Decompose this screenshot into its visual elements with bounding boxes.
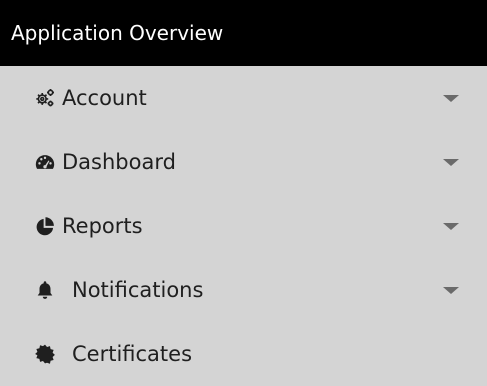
panel-title: Application Overview [11, 21, 224, 45]
chevron-down-icon[interactable] [443, 223, 459, 230]
menu-item-notifications[interactable]: Notifications [0, 258, 487, 322]
tachometer-icon [34, 151, 56, 173]
menu-item-label: Notifications [72, 278, 204, 302]
menu-item-dashboard[interactable]: Dashboard [0, 130, 487, 194]
menu-item-label: Account [62, 86, 147, 110]
menu-item-account[interactable]: Account [0, 66, 487, 130]
chevron-down-icon[interactable] [443, 159, 459, 166]
navigation-menu: Account Dashboard Reports Notifications … [0, 66, 487, 386]
bell-icon [34, 279, 56, 301]
application-overview-panel: Application Overview Account Dashboard R… [0, 0, 487, 386]
pie-chart-icon [34, 215, 56, 237]
chevron-down-icon[interactable] [443, 95, 459, 102]
menu-item-certificates[interactable]: Certificates [0, 322, 487, 386]
menu-item-label: Certificates [72, 342, 193, 366]
cogs-icon [34, 87, 56, 109]
certificate-icon [34, 343, 56, 365]
menu-item-label: Dashboard [62, 150, 176, 174]
menu-item-label: Reports [62, 214, 143, 238]
chevron-down-icon[interactable] [443, 287, 459, 294]
panel-header: Application Overview [0, 0, 487, 66]
menu-item-reports[interactable]: Reports [0, 194, 487, 258]
